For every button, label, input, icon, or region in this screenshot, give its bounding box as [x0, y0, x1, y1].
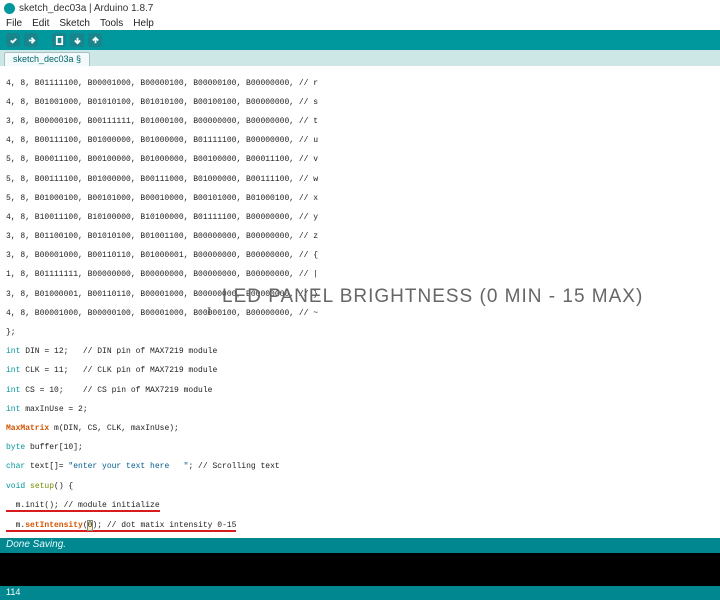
- code-line: 4, 8, B01001000, B01010100, B01010100, B…: [6, 98, 714, 108]
- menu-sketch[interactable]: Sketch: [59, 18, 90, 29]
- toolbar: [0, 30, 720, 50]
- code-line: 3, 8, B00000100, B00111111, B01000100, B…: [6, 117, 714, 127]
- code-line: };: [6, 328, 714, 338]
- window-titlebar: sketch_dec03a | Arduino 1.8.7: [0, 0, 720, 16]
- code-line: int DIN = 12; // DIN pin of MAX7219 modu…: [6, 347, 714, 357]
- code-line: MaxMatrix m(DIN, CS, CLK, maxInUse);: [6, 424, 714, 434]
- menu-help[interactable]: Help: [133, 18, 154, 29]
- footer-bar: 114: [0, 586, 720, 600]
- status-bar: Done Saving.: [0, 538, 720, 553]
- new-button[interactable]: [52, 33, 66, 47]
- overlay-annotation: LED PANEL BRIGHTNESS (0 MIN - 15 MAX): [222, 292, 643, 302]
- code-line: 4, 8, B01111100, B00001000, B00000100, B…: [6, 79, 714, 89]
- console-output[interactable]: [0, 553, 720, 586]
- menu-file[interactable]: File: [6, 18, 22, 29]
- code-line: int maxInUse = 2;: [6, 405, 714, 415]
- text-cursor-icon: I: [207, 307, 211, 317]
- upload-button[interactable]: [24, 33, 38, 47]
- window-title: sketch_dec03a | Arduino 1.8.7: [19, 3, 153, 14]
- save-button[interactable]: [88, 33, 102, 47]
- code-line: byte buffer[10];: [6, 443, 714, 453]
- tab-sketch[interactable]: sketch_dec03a §: [4, 52, 90, 66]
- code-line: 5, 8, B01000100, B00101000, B00010000, B…: [6, 194, 714, 204]
- tab-row: sketch_dec03a §: [0, 50, 720, 66]
- verify-button[interactable]: [6, 33, 20, 47]
- code-line: 5, 8, B00011100, B00100000, B01000000, B…: [6, 155, 714, 165]
- code-line: 3, 8, B01100100, B01010100, B01001100, B…: [6, 232, 714, 242]
- code-line: void setup() {: [6, 482, 714, 492]
- code-editor[interactable]: 4, 8, B01111100, B00001000, B00000100, B…: [0, 66, 720, 538]
- menu-edit[interactable]: Edit: [32, 18, 49, 29]
- code-line: m.setIntensity(0); // dot matix intensit…: [6, 521, 714, 532]
- code-line: m.init(); // module initialize: [6, 501, 714, 512]
- menu-bar: File Edit Sketch Tools Help: [0, 16, 720, 30]
- menu-tools[interactable]: Tools: [100, 18, 123, 29]
- code-line: 1, 8, B01111111, B00000000, B00000000, B…: [6, 270, 714, 280]
- code-line: 4, 8, B00001000, B00000100, B00001000, B…: [6, 309, 714, 319]
- code-line: 3, 8, B00001000, B00110110, B01000001, B…: [6, 251, 714, 261]
- code-line: int CLK = 11; // CLK pin of MAX7219 modu…: [6, 366, 714, 376]
- code-line: 5, 8, B00111100, B01000000, B00111000, B…: [6, 175, 714, 185]
- code-line: 4, 8, B10011100, B10100000, B10100000, B…: [6, 213, 714, 223]
- code-line: int CS = 10; // CS pin of MAX7219 module: [6, 386, 714, 396]
- open-button[interactable]: [70, 33, 84, 47]
- code-line: char text[]= "enter your text here "; //…: [6, 462, 714, 472]
- arduino-logo-icon: [4, 3, 15, 14]
- code-line: 4, 8, B00111100, B01000000, B01000000, B…: [6, 136, 714, 146]
